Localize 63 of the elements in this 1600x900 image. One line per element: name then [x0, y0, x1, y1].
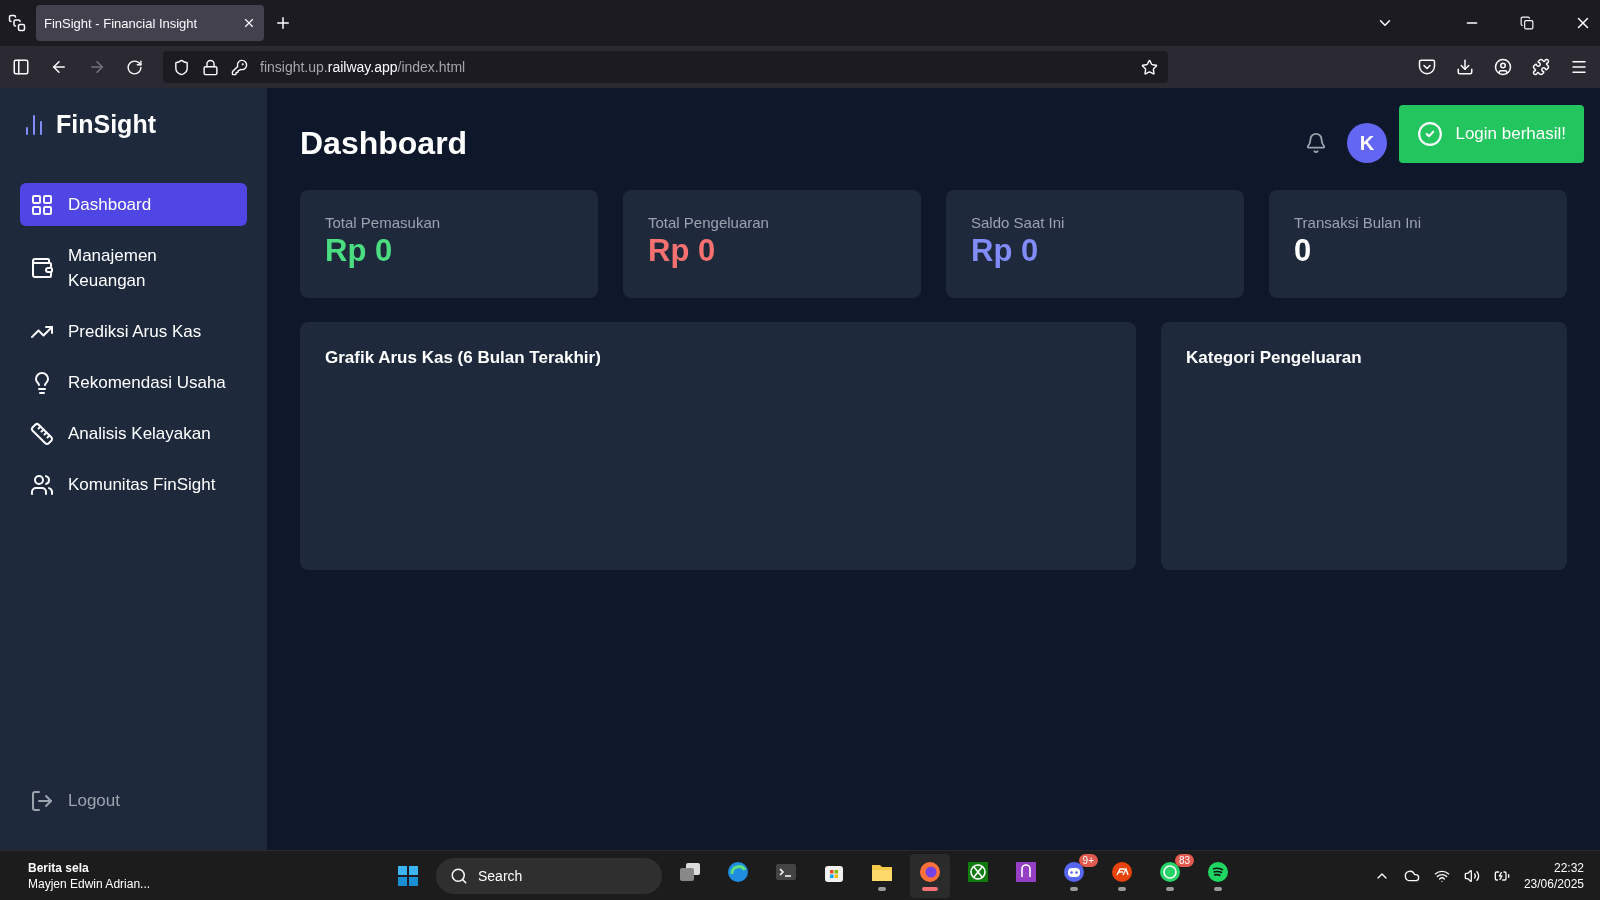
letters-circle-icon[interactable]: [1110, 860, 1134, 884]
nav-item[interactable]: Analisis Kelayakan: [20, 412, 247, 455]
stat-value: Rp 0: [648, 233, 717, 269]
stat-value: Rp 0: [325, 233, 394, 269]
key-icon: [231, 58, 248, 76]
stat-value: Rp 0: [971, 233, 1040, 269]
fox-globe-icon[interactable]: [918, 860, 942, 884]
stat-label: Total Pengeluaran: [648, 214, 770, 231]
notification-badge: 9+: [1078, 853, 1098, 867]
stat-label: Total Pemasukan: [325, 214, 442, 231]
nav-item[interactable]: Prediksi Arus Kas: [20, 310, 247, 353]
panel-title: Grafik Arus Kas (6 Bulan Terakhir): [325, 348, 602, 368]
clock[interactable]: 22:32 23/06/2025: [1523, 859, 1584, 892]
logout-icon: [30, 789, 54, 813]
url-text: finsight.up.railway.app/index.html: [260, 59, 467, 75]
stat-value: 0: [1294, 233, 1313, 269]
address-bar[interactable]: finsight.up.railway.app/index.html: [163, 51, 1168, 83]
arch-icon[interactable]: [1014, 860, 1038, 884]
sidebar-icon[interactable]: [12, 58, 30, 76]
puzzle-icon[interactable]: [1532, 58, 1550, 76]
wallet-icon: [30, 256, 54, 280]
restore-icon[interactable]: [1520, 16, 1534, 30]
tab-list-icon[interactable]: [8, 14, 26, 32]
stat-label: Saldo Saat Ini: [971, 214, 1066, 231]
check-circle-icon: [1417, 121, 1444, 147]
stat-label: Transaksi Bulan Ini: [1294, 214, 1422, 231]
nav-item[interactable]: Komunitas FinSight: [20, 463, 247, 506]
download-icon[interactable]: [1456, 58, 1474, 76]
avatar[interactable]: K: [1347, 123, 1387, 163]
pocket-icon[interactable]: [1418, 58, 1436, 76]
lock-icon: [202, 58, 219, 76]
logout-link[interactable]: Logout: [20, 780, 247, 822]
toast-message: Login berhasil!: [1455, 124, 1566, 144]
swirl-icon[interactable]: [726, 860, 750, 884]
brand-name: FinSight: [56, 110, 156, 139]
grid-icon: [30, 192, 54, 217]
speaker-icon[interactable]: [1463, 867, 1480, 884]
windows-logo-icon[interactable]: [396, 863, 420, 888]
account-icon[interactable]: [1494, 58, 1512, 76]
sound-waves-icon[interactable]: [1206, 860, 1230, 884]
search-field[interactable]: Search: [436, 857, 662, 894]
forward-icon[interactable]: [88, 58, 106, 76]
new-tab-icon[interactable]: [274, 14, 292, 32]
back-icon[interactable]: [50, 58, 68, 76]
ruler-icon: [30, 421, 54, 446]
page-title: Dashboard: [300, 124, 468, 162]
notification-badge: 83: [1174, 853, 1194, 867]
nav-item[interactable]: Rekomendasi Usaha: [20, 361, 247, 404]
users-icon: [30, 472, 54, 497]
shield-icon: [173, 58, 190, 76]
reload-icon[interactable]: [126, 58, 143, 76]
tab-title: FinSight - Financial Insight: [44, 15, 198, 31]
browser-tab[interactable]: FinSight - Financial Insight: [36, 5, 264, 41]
search-icon: [450, 866, 468, 885]
stacked-windows-icon[interactable]: [678, 860, 702, 884]
panel-title: Kategori Pengeluaran: [1186, 348, 1363, 368]
nav-item[interactable]: Dashboard: [20, 183, 247, 226]
star-icon[interactable]: [1141, 58, 1158, 76]
bell-icon[interactable]: [1305, 132, 1327, 154]
news-widget[interactable]: Berita sela Mayjen Edwin Adrian...: [28, 859, 388, 892]
menu-icon[interactable]: [1570, 58, 1588, 76]
nav-item[interactable]: Manajemen Keuangan: [20, 234, 247, 302]
close-tab-icon[interactable]: [242, 16, 256, 30]
